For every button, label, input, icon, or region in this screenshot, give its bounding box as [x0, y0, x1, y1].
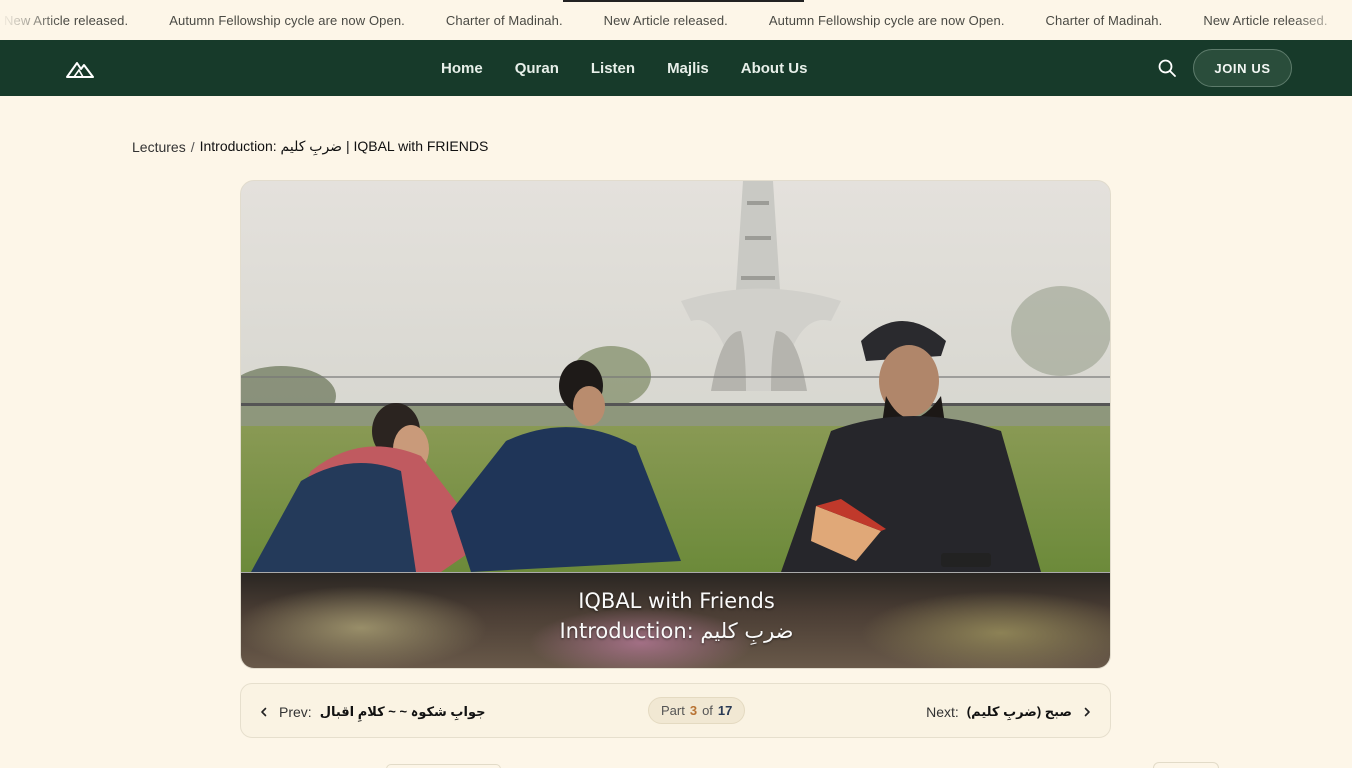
partial-button-right[interactable]: [1153, 762, 1219, 768]
video-player[interactable]: IQBAL with Friends Introduction: ضربِ کل…: [240, 180, 1111, 669]
ticker-item[interactable]: Charter of Madinah.: [1046, 13, 1163, 28]
ticker-item[interactable]: New Article released.: [604, 13, 728, 28]
ticker-track: New Article released. Autumn Fellowship …: [4, 0, 1352, 40]
prev-lecture-title: جوابِ شکوہ ~ ~ کلامِ اقبال: [319, 703, 486, 719]
partial-button-left[interactable]: [386, 764, 501, 768]
breadcrumb-lectures-link[interactable]: Lectures: [132, 139, 186, 155]
part-current-number: 3: [689, 703, 698, 718]
chevron-right-icon: [1084, 707, 1090, 716]
nav-links: Home Quran Listen Majlis About Us: [441, 40, 839, 96]
prev-lecture-link[interactable]: Prev: جوابِ شکوہ ~ ~ کلامِ اقبال: [259, 684, 485, 739]
part-of-label: of: [702, 703, 713, 718]
mountain-logo-icon[interactable]: [66, 58, 94, 78]
announcement-ticker: New Article released. Autumn Fellowship …: [0, 0, 1352, 40]
nav-link-about-us[interactable]: About Us: [741, 60, 808, 77]
search-icon[interactable]: [1157, 58, 1177, 78]
ticker-progress-bar: [563, 0, 804, 2]
nav-link-home[interactable]: Home: [441, 60, 483, 77]
nav-link-quran[interactable]: Quran: [515, 60, 559, 77]
ticker-fade-left: [0, 0, 60, 40]
breadcrumb: Lectures / Introduction: ضربِ کلیم | IQB…: [132, 138, 488, 155]
part-label: Part: [661, 703, 685, 718]
join-us-button[interactable]: JOIN US: [1193, 49, 1292, 87]
main-navbar: Home Quran Listen Majlis About Us JOIN U…: [0, 40, 1352, 96]
video-caption-subtitle: Introduction: ضربِ کلیم: [559, 619, 794, 643]
lecture-pager: Prev: جوابِ شکوہ ~ ~ کلامِ اقبال Part 3 …: [240, 683, 1111, 738]
prev-label: Prev:: [279, 703, 312, 720]
breadcrumb-current: Introduction: ضربِ کلیم | IQBAL with FRI…: [199, 138, 489, 154]
ticker-fade-right: [1292, 0, 1352, 40]
ticker-item[interactable]: Autumn Fellowship cycle are now Open.: [169, 13, 405, 28]
nav-link-listen[interactable]: Listen: [591, 60, 635, 77]
video-thumbnail-image[interactable]: [241, 181, 1111, 572]
video-caption-title: IQBAL with Friends: [578, 589, 775, 613]
ticker-item[interactable]: Autumn Fellowship cycle are now Open.: [769, 13, 1005, 28]
next-lecture-link[interactable]: Next: صبح (ضربِ کلیم): [926, 684, 1092, 739]
ticker-item[interactable]: Charter of Madinah.: [446, 13, 563, 28]
part-total-number: 17: [717, 703, 733, 718]
chevron-left-icon: [261, 707, 267, 716]
next-lecture-title: صبح (ضربِ کلیم): [966, 703, 1072, 719]
next-label: Next:: [926, 703, 959, 720]
breadcrumb-separator: /: [190, 138, 195, 155]
video-caption-overlay: IQBAL with Friends Introduction: ضربِ کل…: [241, 572, 1110, 668]
part-indicator-badge: Part 3 of 17: [648, 697, 746, 724]
nav-link-majlis[interactable]: Majlis: [667, 60, 709, 77]
